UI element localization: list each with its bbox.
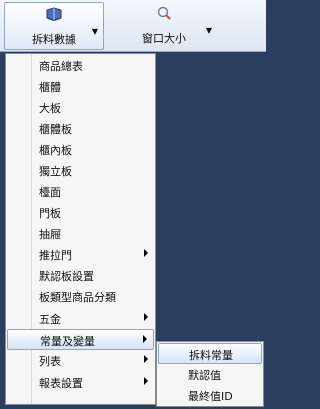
submenu-item-label: 最終值ID xyxy=(188,390,233,403)
magnifier-icon xyxy=(157,6,171,20)
menu-item-label: 五金 xyxy=(39,313,61,326)
submenu-arrow-icon xyxy=(144,377,148,385)
submenu-item[interactable]: 默認值 xyxy=(158,364,262,385)
split-data-menu: 商品總表櫃體大板櫃體板櫃內板獨立板檯面門板抽屜推拉門默認板設置板類型商品分類 五金… xyxy=(5,53,156,405)
menu-item-label: 櫃體 xyxy=(39,81,61,94)
menu-item[interactable]: 檯面 xyxy=(7,181,154,202)
menu-item[interactable]: 櫃體板 xyxy=(7,118,154,139)
menu-item-label: 櫃體板 xyxy=(39,123,72,136)
menu-item-label: 獨立板 xyxy=(39,165,72,178)
submenu-item-label: 默認值 xyxy=(188,369,221,382)
menu-item[interactable]: 五金 xyxy=(7,308,154,329)
menu-item[interactable]: 門板 xyxy=(7,202,154,223)
constants-submenu: 拆料常量默認值最終值ID xyxy=(156,341,264,407)
submenu-arrow-icon xyxy=(144,249,148,257)
submenu-item[interactable]: 最終值ID xyxy=(158,385,262,406)
menu-item-label: 板類型商品分類 xyxy=(39,291,116,304)
menu-item[interactable]: 報表設置 xyxy=(7,372,154,393)
menu-item[interactable]: 櫃內板 xyxy=(7,139,154,160)
menu-item-label: 報表設置 xyxy=(39,377,83,390)
ribbon-toolbar: ▼ 拆料數據 ▼ 窗口大小 xyxy=(0,0,266,52)
submenu-item[interactable]: 拆料常量 xyxy=(158,343,262,364)
menu-item-label: 常量及變量 xyxy=(40,335,95,348)
menu-item-label: 推拉門 xyxy=(39,249,72,262)
window-size-label: 窗口大小 xyxy=(142,32,186,45)
menu-item-label: 抽屜 xyxy=(39,228,61,241)
menu-item-label: 大板 xyxy=(39,102,61,115)
menu-item-label: 櫃內板 xyxy=(39,144,72,157)
menu-item[interactable]: 商品總表 xyxy=(7,55,154,76)
menu-item[interactable]: 板類型商品分類 xyxy=(7,286,154,307)
submenu-item-label: 拆料常量 xyxy=(189,349,233,362)
menu-item[interactable]: 獨立板 xyxy=(7,160,154,181)
menu-item[interactable]: 抽屜 xyxy=(7,223,154,244)
menu-item-label: 默認板設置 xyxy=(39,270,94,283)
submenu-arrow-icon xyxy=(143,335,147,343)
menu-item[interactable]: 默認板設置 xyxy=(7,265,154,286)
book-icon xyxy=(46,7,62,22)
menu-item[interactable]: 列表 xyxy=(7,350,154,371)
menu-item[interactable]: 櫃體 xyxy=(7,76,154,97)
submenu-arrow-icon xyxy=(144,313,148,321)
menu-item-label: 檯面 xyxy=(39,186,61,199)
menu-item[interactable]: 常量及變量 xyxy=(7,329,154,350)
menu-item[interactable]: 推拉門 xyxy=(7,244,154,265)
menu-item[interactable]: 大板 xyxy=(7,97,154,118)
submenu-arrow-icon xyxy=(144,355,148,363)
split-data-label: 拆料數據 xyxy=(32,33,76,46)
window-size-button[interactable]: ▼ 窗口大小 xyxy=(122,2,212,48)
menu-item-label: 列表 xyxy=(39,355,61,368)
chevron-down-icon: ▼ xyxy=(205,26,212,35)
menu-item-label: 商品總表 xyxy=(39,60,83,73)
split-data-button[interactable]: ▼ 拆料數據 xyxy=(4,2,104,50)
menu-item-label: 門板 xyxy=(39,207,61,220)
